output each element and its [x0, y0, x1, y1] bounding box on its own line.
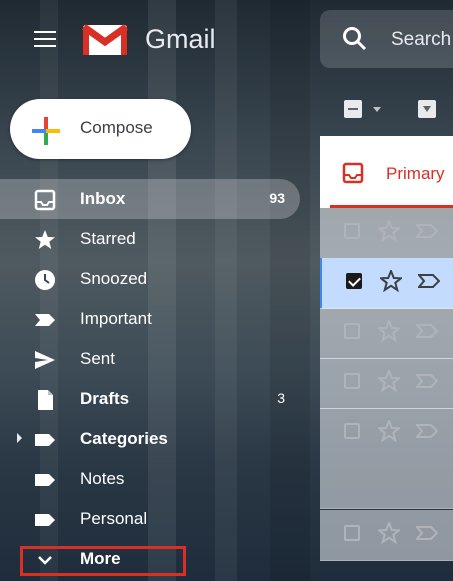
- sidebar-item-snoozed[interactable]: Snoozed: [0, 259, 300, 299]
- sidebar-item-label: Notes: [80, 469, 125, 488]
- label-icon: [34, 429, 56, 451]
- sidebar-item-sent[interactable]: Sent: [0, 339, 300, 379]
- app-name: Gmail: [145, 24, 216, 54]
- compose-label: Compose: [80, 118, 153, 137]
- important-icon[interactable]: [414, 526, 439, 545]
- sidebar-item-notes[interactable]: Notes: [0, 459, 300, 499]
- sidebar-item-label: Inbox: [80, 189, 126, 208]
- important-icon[interactable]: [414, 224, 439, 243]
- compose-button[interactable]: Compose: [10, 99, 191, 159]
- row-checkbox[interactable]: [344, 423, 360, 439]
- label-icon: [34, 509, 56, 531]
- select-all-checkbox[interactable]: [344, 100, 362, 118]
- sidebar-item-label: Drafts: [80, 389, 130, 408]
- important-icon[interactable]: [414, 424, 439, 443]
- email-row[interactable]: [320, 358, 453, 409]
- plus-icon: [30, 115, 62, 152]
- star-icon[interactable]: [378, 268, 404, 297]
- highlight-annotation: [20, 546, 186, 576]
- email-row[interactable]: [320, 208, 453, 259]
- tab-primary[interactable]: Primary: [320, 136, 453, 208]
- caret-right-icon[interactable]: [17, 433, 22, 443]
- email-row[interactable]: [320, 258, 453, 309]
- row-checkbox[interactable]: [344, 373, 360, 389]
- important-icon[interactable]: [414, 374, 439, 393]
- important-icon: [34, 309, 56, 331]
- draft-count: 3: [277, 390, 285, 406]
- search-icon[interactable]: [342, 26, 368, 57]
- email-panel: Primary: [320, 80, 453, 581]
- star-icon[interactable]: [376, 520, 402, 549]
- email-toolbar: [320, 80, 453, 136]
- send-icon: [34, 349, 56, 371]
- clock-icon: [34, 269, 56, 291]
- sidebar-item-label: Important: [80, 309, 152, 328]
- star-icon[interactable]: [376, 418, 402, 447]
- important-icon[interactable]: [414, 324, 439, 343]
- unread-count: 93: [269, 190, 285, 206]
- email-row[interactable]: [320, 510, 453, 561]
- star-icon[interactable]: [376, 318, 402, 347]
- sidebar-item-personal[interactable]: Personal: [0, 499, 300, 539]
- row-checkbox[interactable]: [344, 323, 360, 339]
- star-icon: [34, 229, 56, 251]
- row-checkbox[interactable]: [344, 223, 360, 239]
- sidebar-item-label: Categories: [80, 429, 168, 448]
- sidebar-item-label: Snoozed: [80, 269, 148, 288]
- sidebar-item-label: Personal: [80, 509, 148, 528]
- star-icon[interactable]: [376, 218, 402, 247]
- row-checkbox[interactable]: [346, 273, 362, 289]
- search-input[interactable]: Search: [391, 29, 451, 51]
- main-menu-icon[interactable]: [34, 31, 56, 52]
- email-row[interactable]: [320, 408, 453, 509]
- sidebar-item-inbox[interactable]: Inbox 93: [0, 179, 300, 219]
- important-icon[interactable]: [416, 274, 441, 293]
- label-icon: [34, 469, 56, 491]
- sidebar-item-label: Sent: [80, 349, 115, 368]
- gmail-logo-icon[interactable]: [81, 22, 129, 61]
- sidebar-item-drafts[interactable]: Drafts 3: [0, 379, 300, 419]
- draft-icon: [34, 389, 56, 411]
- email-row[interactable]: [320, 308, 453, 359]
- search-bar[interactable]: Search: [320, 10, 453, 68]
- sidebar-item-starred[interactable]: Starred: [0, 219, 300, 259]
- star-icon[interactable]: [376, 368, 402, 397]
- inbox-icon: [342, 162, 364, 189]
- sidebar-item-categories[interactable]: Categories: [0, 419, 300, 459]
- inbox-icon: [34, 189, 56, 211]
- sidebar-item-important[interactable]: Important: [0, 299, 300, 339]
- tab-label: Primary: [386, 164, 445, 183]
- sidebar-item-label: Starred: [80, 229, 136, 248]
- row-checkbox[interactable]: [344, 525, 360, 541]
- archive-icon[interactable]: [418, 100, 436, 118]
- select-dropdown-icon[interactable]: [373, 107, 381, 112]
